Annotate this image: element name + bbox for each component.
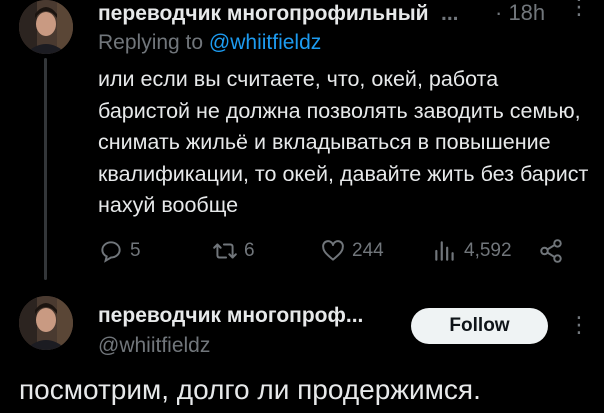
replying-to-label: Replying to (98, 31, 209, 54)
avatar[interactable] (19, 0, 73, 54)
author-name[interactable]: переводчик многопрофильный (98, 2, 429, 26)
timestamp[interactable]: · 18h (495, 0, 545, 26)
reply-icon (101, 241, 121, 263)
replying-to: Replying to @whiitfieldz (98, 31, 321, 55)
reply-count: 5 (130, 240, 141, 261)
name-ellipsis: ... (441, 2, 459, 25)
tweet-text: посмотрим, долго ли продержимся. (19, 374, 481, 405)
more-icon[interactable]: ⋮ (568, 314, 590, 336)
views-icon (435, 241, 454, 261)
views-button[interactable]: 4,592 (432, 236, 512, 266)
like-count: 244 (352, 240, 384, 261)
author-name[interactable]: переводчик многопроф... (98, 304, 363, 328)
retweet-count: 6 (244, 240, 255, 261)
like-icon (322, 240, 344, 261)
views-count: 4,592 (464, 240, 512, 261)
share-icon (540, 239, 562, 263)
avatar[interactable] (19, 296, 73, 350)
reply-handle-link[interactable]: @whiitfieldz (209, 31, 321, 54)
share-button[interactable] (538, 236, 570, 266)
like-button[interactable]: 244 (320, 236, 384, 266)
follow-button[interactable]: Follow (411, 308, 548, 344)
reply-button[interactable]: 5 (98, 236, 141, 266)
author-handle[interactable]: @whiitfieldz (98, 334, 210, 358)
tweet-text: или если вы считаете, что, окей, работа … (98, 67, 589, 217)
thread-connector (44, 58, 47, 280)
more-icon[interactable]: ⋮ (568, 0, 590, 18)
retweet-button[interactable]: 6 (212, 236, 255, 266)
retweet-icon (213, 243, 237, 259)
